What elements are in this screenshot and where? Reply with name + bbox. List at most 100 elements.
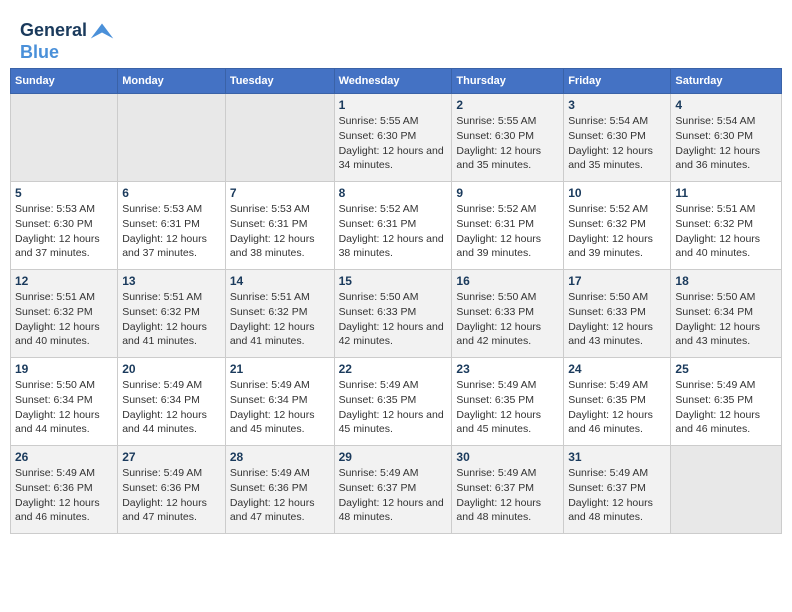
day-number: 29 (339, 450, 448, 464)
day-info: Sunrise: 5:49 AMSunset: 6:37 PMDaylight:… (339, 466, 448, 525)
day-info: Sunrise: 5:53 AMSunset: 6:31 PMDaylight:… (230, 202, 330, 261)
calendar-cell (118, 94, 226, 182)
day-number: 17 (568, 274, 666, 288)
calendar-cell: 12 Sunrise: 5:51 AMSunset: 6:32 PMDayligh… (11, 270, 118, 358)
calendar-cell: 27 Sunrise: 5:49 AMSunset: 6:36 PMDayligh… (118, 446, 226, 534)
calendar-table: SundayMondayTuesdayWednesdayThursdayFrid… (10, 68, 782, 534)
calendar-cell: 25Sunrise: 5:49 AMSunset: 6:35 PMDayligh… (671, 358, 782, 446)
calendar-cell: 29 Sunrise: 5:49 AMSunset: 6:37 PMDayligh… (334, 446, 452, 534)
day-info: Sunrise: 5:49 AMSunset: 6:35 PMDaylight:… (339, 378, 448, 437)
calendar-cell: 2 Sunrise: 5:55 AMSunset: 6:30 PMDaylight… (452, 94, 564, 182)
day-number: 5 (15, 186, 113, 200)
day-number: 8 (339, 186, 448, 200)
calendar-cell: 28 Sunrise: 5:49 AMSunset: 6:36 PMDayligh… (225, 446, 334, 534)
calendar-cell: 15 Sunrise: 5:50 AMSunset: 6:33 PMDayligh… (334, 270, 452, 358)
day-header-tuesday: Tuesday (225, 69, 334, 94)
calendar-cell: 17 Sunrise: 5:50 AMSunset: 6:33 PMDayligh… (564, 270, 671, 358)
day-info: Sunrise: 5:49 AMSunset: 6:35 PMDaylight:… (568, 378, 666, 437)
calendar-cell: 10 Sunrise: 5:52 AMSunset: 6:32 PMDayligh… (564, 182, 671, 270)
week-row: 12 Sunrise: 5:51 AMSunset: 6:32 PMDayligh… (11, 270, 782, 358)
calendar-cell: 4 Sunrise: 5:54 AMSunset: 6:30 PMDaylight… (671, 94, 782, 182)
day-info: Sunrise: 5:49 AMSunset: 6:36 PMDaylight:… (122, 466, 221, 525)
day-header-monday: Monday (118, 69, 226, 94)
day-info: Sunrise: 5:49 AMSunset: 6:34 PMDaylight:… (230, 378, 330, 437)
logo-bird-icon (90, 22, 114, 40)
day-info: Sunrise: 5:52 AMSunset: 6:32 PMDaylight:… (568, 202, 666, 261)
day-number: 15 (339, 274, 448, 288)
calendar-cell: 3 Sunrise: 5:54 AMSunset: 6:30 PMDaylight… (564, 94, 671, 182)
day-number: 3 (568, 98, 666, 112)
calendar-cell: 13Sunrise: 5:51 AMSunset: 6:32 PMDayligh… (118, 270, 226, 358)
calendar-body: 1Sunrise: 5:55 AMSunset: 6:30 PMDaylight… (11, 94, 782, 534)
day-info: Sunrise: 5:49 AMSunset: 6:34 PMDaylight:… (122, 378, 221, 437)
day-info: Sunrise: 5:50 AMSunset: 6:33 PMDaylight:… (568, 290, 666, 349)
day-info: Sunrise: 5:52 AMSunset: 6:31 PMDaylight:… (456, 202, 559, 261)
day-info: Sunrise: 5:50 AMSunset: 6:34 PMDaylight:… (15, 378, 113, 437)
day-info: Sunrise: 5:49 AMSunset: 6:35 PMDaylight:… (456, 378, 559, 437)
day-number: 31 (568, 450, 666, 464)
calendar-cell: 1Sunrise: 5:55 AMSunset: 6:30 PMDaylight… (334, 94, 452, 182)
calendar-cell: 5 Sunrise: 5:53 AMSunset: 6:30 PMDaylight… (11, 182, 118, 270)
day-info: Sunrise: 5:52 AMSunset: 6:31 PMDaylight:… (339, 202, 448, 261)
day-number: 19 (15, 362, 113, 376)
day-info: Sunrise: 5:53 AMSunset: 6:30 PMDaylight:… (15, 202, 113, 261)
day-info: Sunrise: 5:51 AMSunset: 6:32 PMDaylight:… (15, 290, 113, 349)
day-header-wednesday: Wednesday (334, 69, 452, 94)
logo-blue: Blue (20, 42, 59, 62)
day-info: Sunrise: 5:55 AMSunset: 6:30 PMDaylight:… (456, 114, 559, 173)
week-row: 26 Sunrise: 5:49 AMSunset: 6:36 PMDayligh… (11, 446, 782, 534)
calendar-cell (225, 94, 334, 182)
calendar-cell: 19 Sunrise: 5:50 AMSunset: 6:34 PMDayligh… (11, 358, 118, 446)
calendar-cell: 24 Sunrise: 5:49 AMSunset: 6:35 PMDayligh… (564, 358, 671, 446)
calendar-cell: 9Sunrise: 5:52 AMSunset: 6:31 PMDaylight… (452, 182, 564, 270)
calendar-cell: 16 Sunrise: 5:50 AMSunset: 6:33 PMDayligh… (452, 270, 564, 358)
logo-text: General Blue (20, 20, 114, 63)
day-info: Sunrise: 5:51 AMSunset: 6:32 PMDaylight:… (230, 290, 330, 349)
day-number: 22 (339, 362, 448, 376)
calendar-cell (671, 446, 782, 534)
calendar-cell: 21 Sunrise: 5:49 AMSunset: 6:34 PMDayligh… (225, 358, 334, 446)
day-info: Sunrise: 5:49 AMSunset: 6:36 PMDaylight:… (230, 466, 330, 525)
day-number: 30 (456, 450, 559, 464)
week-row: 1Sunrise: 5:55 AMSunset: 6:30 PMDaylight… (11, 94, 782, 182)
week-row: 5 Sunrise: 5:53 AMSunset: 6:30 PMDaylight… (11, 182, 782, 270)
calendar-cell: 30 Sunrise: 5:49 AMSunset: 6:37 PMDayligh… (452, 446, 564, 534)
calendar-cell: 6Sunrise: 5:53 AMSunset: 6:31 PMDaylight… (118, 182, 226, 270)
day-info: Sunrise: 5:55 AMSunset: 6:30 PMDaylight:… (339, 114, 448, 173)
day-info: Sunrise: 5:49 AMSunset: 6:37 PMDaylight:… (456, 466, 559, 525)
day-info: Sunrise: 5:51 AMSunset: 6:32 PMDaylight:… (122, 290, 221, 349)
day-number: 25 (675, 362, 777, 376)
day-number: 10 (568, 186, 666, 200)
logo: General Blue (20, 20, 114, 63)
day-number: 14 (230, 274, 330, 288)
calendar-cell: 8 Sunrise: 5:52 AMSunset: 6:31 PMDaylight… (334, 182, 452, 270)
calendar-cell: 14 Sunrise: 5:51 AMSunset: 6:32 PMDayligh… (225, 270, 334, 358)
day-number: 7 (230, 186, 330, 200)
day-info: Sunrise: 5:54 AMSunset: 6:30 PMDaylight:… (675, 114, 777, 173)
day-number: 21 (230, 362, 330, 376)
calendar-cell: 26Sunrise: 5:49 AMSunset: 6:36 PMDayligh… (11, 446, 118, 534)
calendar-cell: 18Sunrise: 5:50 AMSunset: 6:34 PMDayligh… (671, 270, 782, 358)
day-info: Sunrise: 5:51 AMSunset: 6:32 PMDaylight:… (675, 202, 777, 261)
day-number: 16 (456, 274, 559, 288)
day-number: 4 (675, 98, 777, 112)
day-number: 28 (230, 450, 330, 464)
calendar-cell: 23Sunrise: 5:49 AMSunset: 6:35 PMDayligh… (452, 358, 564, 446)
day-number: 27 (122, 450, 221, 464)
day-info: Sunrise: 5:53 AMSunset: 6:31 PMDaylight:… (122, 202, 221, 261)
day-number: 11 (675, 186, 777, 200)
page-header: General Blue (10, 10, 782, 68)
day-number: 24 (568, 362, 666, 376)
day-header-friday: Friday (564, 69, 671, 94)
day-header-saturday: Saturday (671, 69, 782, 94)
day-info: Sunrise: 5:50 AMSunset: 6:33 PMDaylight:… (339, 290, 448, 349)
day-info: Sunrise: 5:50 AMSunset: 6:33 PMDaylight:… (456, 290, 559, 349)
day-number: 2 (456, 98, 559, 112)
day-info: Sunrise: 5:50 AMSunset: 6:34 PMDaylight:… (675, 290, 777, 349)
day-info: Sunrise: 5:54 AMSunset: 6:30 PMDaylight:… (568, 114, 666, 173)
day-number: 12 (15, 274, 113, 288)
day-header-sunday: Sunday (11, 69, 118, 94)
day-info: Sunrise: 5:49 AMSunset: 6:37 PMDaylight:… (568, 466, 666, 525)
day-number: 26 (15, 450, 113, 464)
day-header-thursday: Thursday (452, 69, 564, 94)
